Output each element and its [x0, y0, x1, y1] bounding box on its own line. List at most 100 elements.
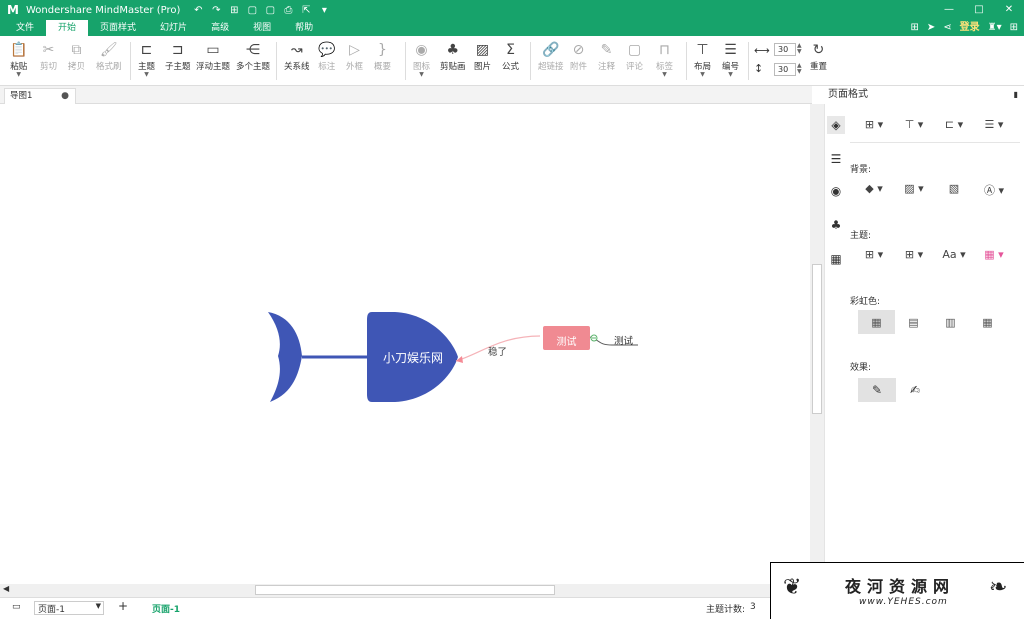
relationship-label[interactable]: 稳了 [488, 344, 507, 358]
login-button[interactable]: 登录 [960, 20, 980, 36]
effect-normal-icon[interactable]: ✎ [858, 378, 896, 402]
background-options-row: ◆ ▾ ▨ ▾ ▧ Ⓐ ▾ [854, 182, 1014, 198]
tag-icon: ⊓ [659, 42, 670, 58]
horizontal-scrollbar[interactable]: ◀ [0, 584, 810, 597]
ornament-left-icon: ❦ [783, 575, 802, 600]
topic-button[interactable]: ⊏ 主题 ▼ [138, 40, 155, 82]
vertical-scrollbar[interactable] [810, 104, 824, 584]
tab-view[interactable]: 视图 [241, 20, 283, 36]
reset-button[interactable]: ↻ 重置 [810, 40, 827, 82]
clipart-button[interactable]: ♣ 剪贴画 [440, 40, 466, 82]
save-icon[interactable]: ▢ [264, 5, 276, 16]
theme-color-icon[interactable]: ▦ ▾ [974, 248, 1014, 261]
watermark-icon[interactable]: Ⓐ ▾ [974, 182, 1014, 198]
hyperlink-button[interactable]: 🔗 超链接 [538, 40, 564, 82]
callout-button[interactable]: 💬 标注 [318, 40, 335, 82]
title-bar: M Wondershare MindMaster (Pro) ↶ ↷ ⊞ ▢ ▢… [0, 0, 1024, 20]
template-icon[interactable]: ⊞ [910, 20, 918, 36]
tab-file[interactable]: 文件 [4, 20, 46, 36]
undo-icon[interactable]: ↶ [192, 5, 204, 16]
topic-label[interactable]: 测试 [543, 333, 590, 348]
theme-style-icon[interactable]: ⊞ ▾ [854, 248, 894, 261]
horizontal-scroll-thumb[interactable] [255, 585, 555, 595]
page-select[interactable]: 页面-1 ▼ [34, 601, 104, 615]
fill-color-icon[interactable]: ◆ ▾ [854, 182, 894, 198]
send-icon[interactable]: ➤ [927, 20, 935, 36]
background-image-icon[interactable]: ▨ ▾ [894, 182, 934, 198]
rainbow-option-1[interactable]: ▦ [858, 310, 895, 334]
task-tool-icon[interactable]: ▦ [827, 250, 845, 268]
floating-topic-button[interactable]: ▭ 浮动主题 [196, 40, 230, 82]
vertical-spacing-stepper[interactable]: ▲ ▼ [797, 63, 802, 75]
relationship-button[interactable]: ↝ 关系线 [284, 40, 310, 82]
layout-button[interactable]: ⊤ 布局 ▼ [694, 40, 711, 82]
attachment-button[interactable]: ⊘ 附件 [570, 40, 587, 82]
horizontal-spacing-input[interactable]: 30 [774, 43, 796, 56]
add-page-button[interactable]: + [118, 599, 128, 613]
vertical-scroll-thumb[interactable] [812, 264, 822, 414]
topic-icon: ⊏ [140, 42, 153, 58]
cut-button[interactable]: ✂ 剪切 [40, 40, 57, 82]
pin-icon[interactable]: ▮ [1014, 86, 1018, 104]
icon-button[interactable]: ◉ 图标 ▼ [413, 40, 430, 82]
layout-dropdown-icon[interactable]: ⊤ ▾ [894, 118, 934, 131]
mindmap-canvas[interactable]: 小刀娱乐网 稳了 测试 测试 [0, 104, 810, 584]
icon-tool-icon[interactable]: ◉ [827, 182, 845, 200]
comment-button[interactable]: ▢ 评论 [626, 40, 643, 82]
multi-topic-button[interactable]: ⋲ 多个主题 [236, 40, 270, 82]
tab-page-style[interactable]: 页面样式 [88, 20, 148, 36]
vertical-spacing-icon: ↕ [754, 62, 764, 75]
tab-slides[interactable]: 幻灯片 [148, 20, 199, 36]
summary-button[interactable]: } 概要 [374, 40, 391, 82]
copy-button[interactable]: ⧉ 拷贝 [68, 40, 85, 82]
rainbow-option-4[interactable]: ▦ [969, 310, 1006, 334]
share-icon[interactable]: ⋖ [943, 20, 951, 36]
close-button[interactable]: ✕ [994, 0, 1024, 20]
page-view-icon[interactable]: ▭ [12, 602, 21, 612]
background-picture-icon[interactable]: ▧ [934, 182, 974, 198]
maximize-button[interactable]: □ [964, 0, 994, 20]
rainbow-option-3[interactable]: ▥ [932, 310, 969, 334]
theme-font-dropdown[interactable]: Aa ▾ [934, 248, 974, 261]
minimize-button[interactable]: — [934, 0, 964, 20]
open-file-icon[interactable]: ▢ [246, 5, 258, 16]
effect-handdrawn-icon[interactable]: ✍ [896, 378, 934, 402]
redo-icon[interactable]: ↷ [210, 5, 222, 16]
vertical-spacing-input[interactable]: 30 [774, 63, 796, 76]
tab-advanced[interactable]: 高级 [199, 20, 241, 36]
boundary-button[interactable]: ▷ 外框 [346, 40, 363, 82]
page-format-tool-icon[interactable]: ◈ [827, 116, 845, 134]
paperclip-icon: ⊘ [572, 42, 585, 58]
new-file-icon[interactable]: ⊞ [228, 5, 240, 16]
paste-button[interactable]: 📋 粘贴 ▼ [10, 40, 27, 82]
clipart-tool-icon[interactable]: ♣ [827, 216, 845, 234]
connector-dropdown-icon[interactable]: ⊏ ▾ [934, 118, 974, 131]
rainbow-option-2[interactable]: ▤ [895, 310, 932, 334]
note-button[interactable]: ✎ 注释 [598, 40, 615, 82]
theme-layout-icon[interactable]: ⊞ ▾ [894, 248, 934, 261]
numbering-dropdown-icon[interactable]: ☰ ▾ [974, 118, 1014, 131]
tag-button[interactable]: ⊓ 标签 ▼ [656, 40, 673, 82]
outline-tool-icon[interactable]: ☰ [827, 150, 845, 168]
main-topic-label[interactable]: 小刀娱乐网 [370, 349, 456, 366]
tab-help[interactable]: 帮助 [283, 20, 325, 36]
document-tab[interactable]: 导图1 ● [4, 88, 76, 104]
format-painter-button[interactable]: 🖌 格式刷 [96, 40, 122, 82]
structure-dropdown-icon[interactable]: ⊞ ▾ [854, 118, 894, 131]
page-format-panel: ⊞ ▾ ⊤ ▾ ⊏ ▾ ☰ ▾ 背景: ◆ ▾ ▨ ▾ ▧ Ⓐ ▾ 主题: ⊞ … [846, 104, 1024, 584]
picture-button[interactable]: ▨ 图片 [474, 40, 491, 82]
skin-icon[interactable]: ♜▾ [988, 20, 1002, 36]
formula-button[interactable]: Σ 公式 [502, 40, 519, 82]
subtopic-button[interactable]: ⊐ 子主题 [165, 40, 191, 82]
horizontal-spacing-stepper[interactable]: ▲ ▼ [797, 43, 802, 55]
export-icon[interactable]: ⇱ [300, 5, 312, 16]
scroll-left-icon[interactable]: ◀ [3, 584, 9, 593]
numbering-button[interactable]: ☰ 编号 ▼ [722, 40, 739, 82]
print-icon[interactable]: ⎙ [282, 5, 294, 16]
apps-icon[interactable]: ⊞ [1010, 20, 1018, 36]
customize-dropdown-icon[interactable]: ▾ [318, 5, 330, 16]
page-tab-1[interactable]: 页面-1 [152, 602, 180, 615]
tab-home[interactable]: 开始 [46, 20, 89, 36]
subtopic-label[interactable]: 测试 [614, 333, 633, 347]
close-tab-icon[interactable]: ● [61, 89, 69, 103]
